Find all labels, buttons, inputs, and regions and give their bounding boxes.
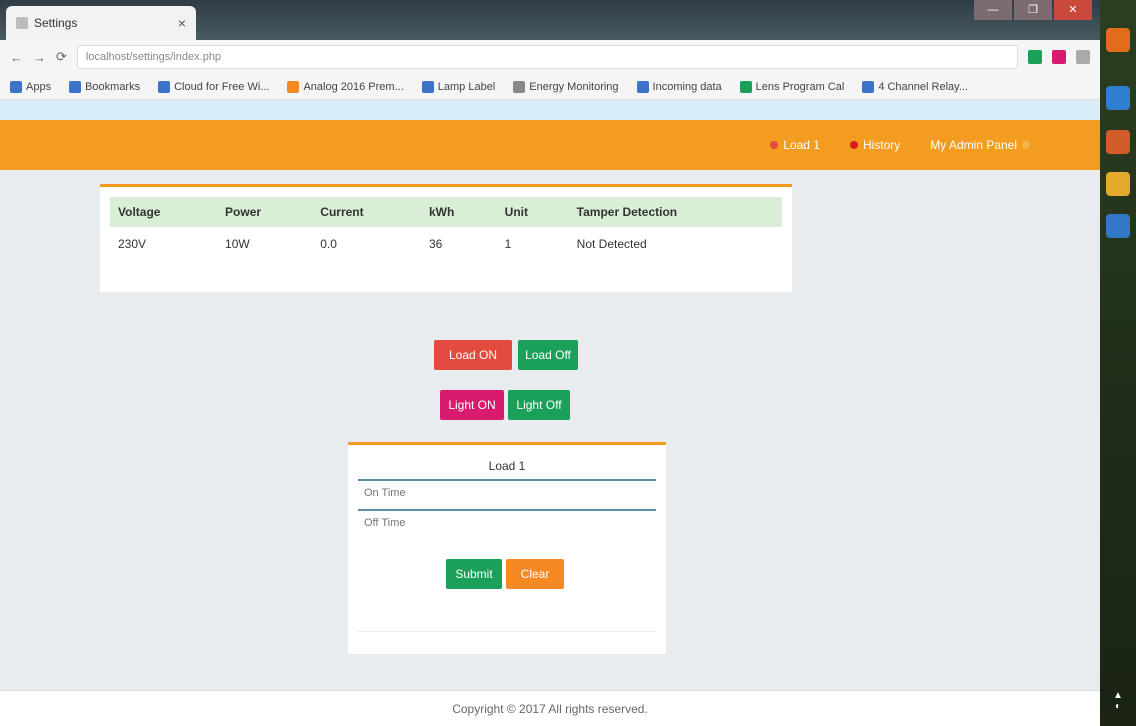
address-url: localhost/settings/index.php xyxy=(85,51,222,63)
chrome-icon[interactable] xyxy=(1106,172,1130,196)
bookmark-icon xyxy=(10,80,22,93)
tab-strip: Settings × — ❐ ✕ xyxy=(0,0,1100,40)
load-control-panel: Load 1 Submit Clear xyxy=(348,442,666,654)
table-header-row: Voltage Power Current kWh Unit Tamper De… xyxy=(110,197,782,227)
nav-admin-panel[interactable]: My Admin Panel xyxy=(930,138,1030,152)
extension-icon[interactable] xyxy=(1052,50,1066,64)
cell-current: 0.0 xyxy=(320,237,337,251)
col-header: Unit xyxy=(496,197,569,227)
bookmark-item[interactable]: Bookmarks xyxy=(69,80,140,93)
bookmarks-bar: Apps Bookmarks Cloud for Free Wi... Anal… xyxy=(0,74,1100,100)
bookmark-icon xyxy=(421,80,434,93)
status-dot-icon xyxy=(849,141,858,149)
col-header: kWh xyxy=(420,197,497,227)
light-off-button[interactable]: Light Off xyxy=(508,390,570,420)
address-row: ← → ⟳ localhost/settings/index.php xyxy=(0,40,1100,74)
bookmark-item[interactable]: Lens Program Cal xyxy=(739,80,844,93)
bookmark-item[interactable]: Lamp Label xyxy=(421,80,495,93)
bookmark-item[interactable]: Analog 2016 Prem... xyxy=(287,80,404,93)
reload-icon[interactable]: ⟳ xyxy=(56,49,67,65)
table-row: 230V 10W 0.0 36 1 Not Detected xyxy=(110,227,782,261)
off-time-input[interactable] xyxy=(358,509,656,535)
os-taskbar: ▲ ◐ xyxy=(1100,0,1136,726)
tab-close-icon[interactable]: × xyxy=(178,15,186,31)
bookmark-item[interactable]: Incoming data xyxy=(636,80,722,93)
clear-button[interactable]: Clear xyxy=(506,559,564,589)
window-controls: — ❐ ✕ xyxy=(972,0,1092,20)
nav-load1[interactable]: Load 1 xyxy=(770,138,820,152)
load-off-button[interactable]: Load Off xyxy=(518,340,578,370)
load-on-button[interactable]: Load ON xyxy=(434,340,512,370)
bookmark-icon xyxy=(862,80,875,93)
bookmark-icon xyxy=(158,80,171,93)
bookmark-item[interactable]: Energy Monitoring xyxy=(513,80,619,93)
panel-title: Load 1 xyxy=(488,459,526,473)
cell-power: 10W xyxy=(225,237,250,251)
app-navbar: Load 1 History My Admin Panel xyxy=(0,120,1100,170)
firefox-icon[interactable] xyxy=(1106,28,1130,52)
info-bar xyxy=(0,100,1100,120)
system-tray[interactable]: ▲ ◐ xyxy=(1100,690,1136,712)
minimize-button[interactable]: — xyxy=(974,0,1012,20)
panel-divider xyxy=(358,631,656,632)
close-window-button[interactable]: ✕ xyxy=(1054,0,1092,20)
status-dot-icon xyxy=(770,141,779,149)
submit-button[interactable]: Submit xyxy=(446,559,502,589)
browser-chrome: Settings × — ❐ ✕ ← → ⟳ localhost/setting… xyxy=(0,0,1100,120)
cell-tamper: Not Detected xyxy=(576,237,647,251)
office-icon[interactable] xyxy=(1106,130,1130,154)
bookmark-item[interactable]: 4 Channel Relay... xyxy=(862,80,968,93)
vscode-icon[interactable] xyxy=(1106,214,1130,238)
tab-title: Settings xyxy=(34,16,78,30)
light-on-button[interactable]: Light ON xyxy=(440,390,504,420)
favicon-icon xyxy=(16,17,28,29)
browser-tab[interactable]: Settings × xyxy=(6,6,196,40)
bookmark-icon xyxy=(287,80,300,93)
page-footer: Copyright © 2017 All rights reserved. xyxy=(0,690,1100,726)
on-time-input[interactable] xyxy=(358,479,656,505)
cell-kwh: 36 xyxy=(428,237,443,251)
menu-icon[interactable] xyxy=(1076,50,1090,64)
nav-history[interactable]: History xyxy=(849,138,901,152)
readings-table: Voltage Power Current kWh Unit Tamper De… xyxy=(110,197,782,261)
ie-icon[interactable] xyxy=(1106,86,1130,110)
maximize-button[interactable]: ❐ xyxy=(1014,0,1052,20)
cell-voltage: 230V xyxy=(118,237,147,251)
col-header: Current xyxy=(312,197,421,227)
bookmark-icon xyxy=(636,80,649,93)
extension-icon[interactable] xyxy=(1028,50,1042,64)
forward-icon[interactable]: → xyxy=(33,50,46,65)
back-icon[interactable]: ← xyxy=(10,50,23,65)
bookmark-item[interactable]: Apps xyxy=(10,80,51,93)
main-content: Voltage Power Current kWh Unit Tamper De… xyxy=(0,170,1100,690)
nav-history-label: History xyxy=(862,138,901,152)
readings-panel: Voltage Power Current kWh Unit Tamper De… xyxy=(100,184,792,292)
bookmark-icon xyxy=(513,80,526,93)
cell-unit: 1 xyxy=(504,237,512,251)
copyright-text: Copyright © 2017 All rights reserved. xyxy=(452,702,648,716)
bookmark-icon xyxy=(69,80,82,93)
bookmark-icon xyxy=(739,80,752,93)
bookmark-item[interactable]: Cloud for Free Wi... xyxy=(158,80,269,93)
nav-load1-label: Load 1 xyxy=(783,138,820,152)
nav-admin-label: My Admin Panel xyxy=(930,138,1017,152)
col-header: Tamper Detection xyxy=(568,197,782,227)
user-icon xyxy=(1022,141,1030,149)
col-header: Power xyxy=(217,197,313,227)
col-header: Voltage xyxy=(110,197,218,227)
address-bar[interactable]: localhost/settings/index.php xyxy=(76,45,1018,69)
